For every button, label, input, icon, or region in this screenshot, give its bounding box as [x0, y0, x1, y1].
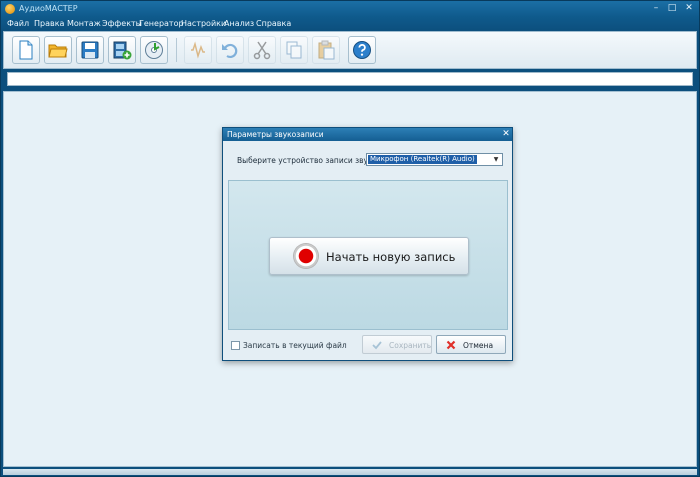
sound-wave-icon	[191, 41, 205, 59]
help-icon	[353, 41, 371, 59]
save-disk-icon	[81, 41, 99, 59]
dialog-title: Параметры звукозаписи	[227, 130, 324, 139]
menu-help[interactable]: Справка	[256, 19, 291, 28]
undo-icon	[222, 43, 238, 59]
dialog-title-bar[interactable]: Параметры звукозаписи ✕	[223, 128, 512, 141]
undo-button[interactable]	[216, 36, 244, 64]
toolbar	[3, 31, 697, 69]
open-folder-icon	[48, 44, 68, 58]
window-title: АудиоМАСТЕР	[19, 4, 78, 13]
menu-file[interactable]: Файл	[7, 19, 29, 28]
record-to-current-checkbox[interactable]	[231, 341, 240, 350]
device-label: Выберите устройство записи звука:	[237, 156, 380, 165]
status-bar	[3, 469, 697, 475]
record-to-current-label[interactable]: Записать в текущий файл	[243, 341, 347, 350]
help-button[interactable]	[348, 36, 376, 64]
menu-analysis[interactable]: Анализ	[224, 19, 254, 28]
menu-montage[interactable]: Монтаж	[67, 19, 101, 28]
title-bar[interactable]: АудиоМАСТЕР – □ ✕	[1, 1, 699, 17]
minimize-button[interactable]: –	[649, 3, 663, 14]
close-button[interactable]: ✕	[682, 3, 696, 14]
add-video-button[interactable]	[108, 36, 136, 64]
device-select[interactable]: Микрофон (Realtek(R) Audio) ▼	[366, 153, 503, 166]
file-path-bar	[7, 72, 693, 86]
new-file-button[interactable]	[12, 36, 40, 64]
checkmark-icon	[372, 341, 382, 350]
device-selected-value: Микрофон (Realtek(R) Audio)	[368, 155, 477, 164]
recording-settings-dialog: Параметры звукозаписи ✕ Выберите устройс…	[222, 127, 513, 361]
record-dot-icon	[294, 244, 318, 268]
paste-button[interactable]	[312, 36, 340, 64]
new-file-icon	[19, 40, 33, 60]
cancel-button[interactable]: Отмена	[436, 335, 506, 354]
app-window: АудиоМАСТЕР – □ ✕ Файл Правка Монтаж Эфф…	[0, 0, 700, 477]
save-recording-button[interactable]: Сохранить	[362, 335, 432, 354]
menu-bar: Файл Правка Монтаж Эффекты Генератор Нас…	[1, 17, 699, 31]
dialog-close-button[interactable]: ✕	[501, 129, 511, 140]
save-button[interactable]	[76, 36, 104, 64]
cancel-label: Отмена	[463, 341, 494, 350]
start-new-recording-button[interactable]: Начать новую запись	[269, 237, 469, 275]
record-panel: Начать новую запись	[228, 180, 508, 330]
menu-effects[interactable]: Эффекты	[102, 19, 142, 28]
sound-wave-button[interactable]	[184, 36, 212, 64]
save-label: Сохранить	[389, 341, 432, 350]
close-icon	[446, 340, 456, 350]
chevron-down-icon[interactable]: ▼	[491, 155, 501, 164]
maximize-button[interactable]: □	[665, 3, 679, 14]
menu-settings[interactable]: Настройки	[181, 19, 226, 28]
add-video-icon	[113, 41, 132, 60]
menu-edit[interactable]: Правка	[34, 19, 64, 28]
copy-icon	[286, 41, 302, 59]
toolbar-separator	[176, 38, 177, 62]
cut-icon	[253, 41, 271, 60]
menu-generator[interactable]: Генератор	[139, 19, 184, 28]
record-cd-button[interactable]	[140, 36, 168, 64]
copy-button[interactable]	[280, 36, 308, 64]
record-cd-icon	[145, 41, 163, 59]
cut-button[interactable]	[248, 36, 276, 64]
paste-icon	[318, 40, 335, 60]
open-file-button[interactable]	[44, 36, 72, 64]
app-logo-icon	[5, 4, 15, 14]
start-recording-label: Начать новую запись	[326, 250, 456, 264]
